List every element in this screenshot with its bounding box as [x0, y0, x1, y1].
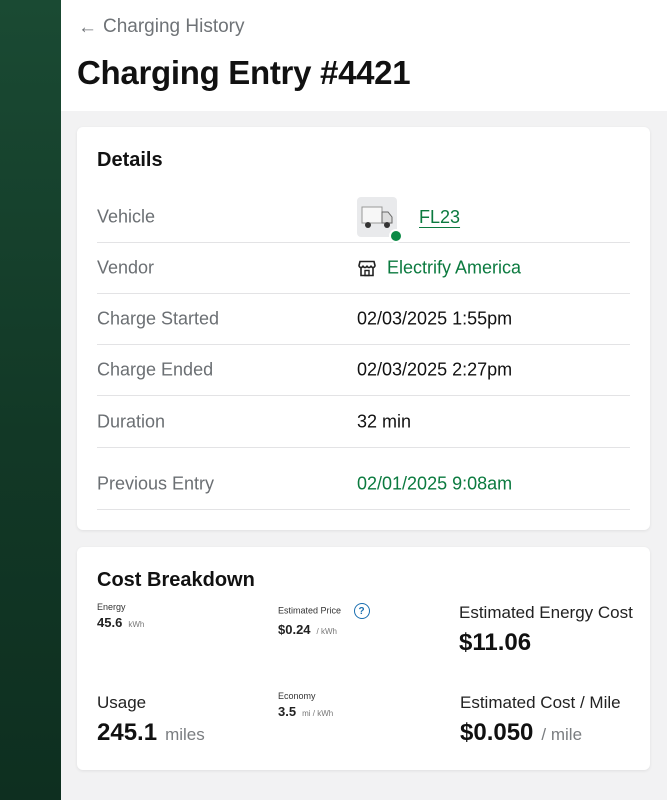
- vehicle-thumbnail[interactable]: [357, 197, 403, 243]
- cost-per-mile-value: $0.050: [460, 719, 534, 746]
- detail-value: FL23: [357, 197, 460, 243]
- vendor-link[interactable]: Electrify America: [387, 258, 521, 279]
- detail-label: Vendor: [97, 257, 155, 278]
- cost-per-mile-metric: Estimated Cost / Mile $0.050 / mile: [460, 693, 621, 747]
- energy-label: Energy: [97, 602, 126, 612]
- detail-row-charge-started: Charge Started 02/03/2025 1:55pm: [97, 294, 630, 345]
- help-icon[interactable]: ?: [353, 603, 370, 619]
- cost-per-mile-label: Estimated Cost / Mile: [460, 693, 621, 712]
- economy-unit: mi / kWh: [302, 709, 334, 718]
- energy-unit: kWh: [128, 620, 145, 629]
- price-value: $0.24: [278, 622, 311, 637]
- economy-value: 3.5: [278, 704, 297, 719]
- details-title: Details: [97, 149, 163, 171]
- detail-label: Charge Started: [97, 308, 220, 329]
- energy-value-row: 45.6 kWh: [97, 615, 144, 630]
- usage-value-row: 245.1 miles: [97, 719, 205, 747]
- previous-entry-link[interactable]: 02/01/2025 9:08am: [357, 474, 512, 495]
- economy-metric: Economy 3.5 mi / kWh: [278, 691, 333, 719]
- detail-row-previous-entry: Previous Entry 02/01/2025 9:08am: [97, 459, 630, 510]
- page-header: ← Charging History Charging Entry #4421: [61, 0, 667, 111]
- cost-card: Cost Breakdown Energy 45.6 kWh Estimated…: [77, 547, 650, 770]
- status-dot: [389, 229, 403, 243]
- detail-label: Charge Ended: [97, 359, 214, 380]
- economy-label: Economy: [278, 691, 316, 701]
- cost-per-mile-unit: / mile: [541, 725, 583, 744]
- back-link-label: Charging History: [103, 16, 245, 37]
- usage-unit: miles: [165, 725, 205, 744]
- energy-cost-value: $11.06: [459, 629, 532, 656]
- usage-metric: Usage 245.1 miles: [97, 693, 205, 747]
- energy-cost-metric: Estimated Energy Cost $11.06: [459, 603, 633, 657]
- detail-row-vendor: Vendor Electrify America: [97, 243, 630, 294]
- usage-value: 245.1: [97, 719, 158, 746]
- energy-value: 45.6: [97, 615, 123, 630]
- back-link[interactable]: ← Charging History: [78, 16, 245, 38]
- detail-value: Electrify America: [357, 258, 521, 279]
- detail-row-duration: Duration 32 min: [97, 397, 630, 448]
- detail-label: Previous Entry: [97, 473, 215, 494]
- details-card: Details Vehicle FL23 Vendor Electrify Am…: [77, 127, 650, 530]
- energy-metric: Energy 45.6 kWh: [97, 602, 144, 630]
- detail-value: 02/03/2025 1:55pm: [357, 308, 513, 329]
- detail-value: 32 min: [357, 411, 412, 432]
- economy-value-row: 3.5 mi / kWh: [278, 704, 333, 719]
- detail-row-vehicle: Vehicle FL23: [97, 192, 630, 243]
- vehicle-link[interactable]: FL23: [419, 207, 460, 228]
- detail-label: Vehicle: [97, 206, 156, 227]
- price-value-row: $0.24 / kWh: [278, 622, 370, 637]
- price-label-row: Estimated Price ?: [278, 603, 370, 619]
- usage-label: Usage: [97, 693, 147, 712]
- detail-label: Duration: [97, 411, 166, 432]
- store-icon: [358, 260, 376, 276]
- detail-value: 02/03/2025 2:27pm: [357, 359, 513, 380]
- page-title: Charging Entry #4421: [77, 54, 411, 91]
- energy-cost-label: Estimated Energy Cost: [459, 603, 633, 622]
- sidebar: [0, 0, 61, 800]
- detail-row-charge-ended: Charge Ended 02/03/2025 2:27pm: [97, 345, 630, 396]
- cost-per-mile-value-row: $0.050 / mile: [460, 719, 621, 747]
- price-metric: Estimated Price ? $0.24 / kWh: [278, 603, 370, 637]
- arrow-left-icon: ←: [78, 16, 97, 38]
- cost-title: Cost Breakdown: [97, 569, 255, 591]
- price-unit: / kWh: [316, 627, 337, 636]
- price-label: Estimated Price: [278, 605, 342, 616]
